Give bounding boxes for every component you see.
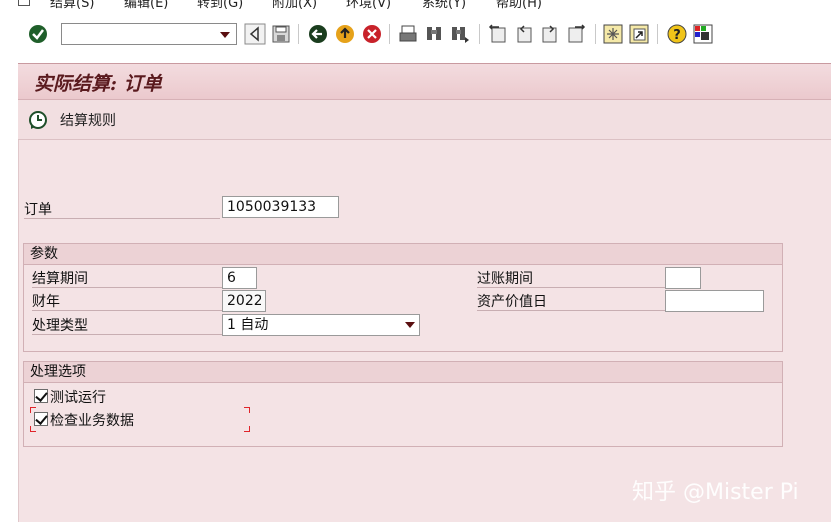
previous-page-icon[interactable]	[513, 23, 535, 45]
asset-value-date-input[interactable]	[665, 290, 764, 312]
print-icon[interactable]	[397, 23, 419, 45]
test-run-label: 测试运行	[50, 390, 106, 406]
menu-edit[interactable]: 编辑(E)	[124, 0, 168, 11]
save-icon[interactable]	[270, 23, 292, 45]
last-page-icon[interactable]	[565, 23, 587, 45]
command-field[interactable]	[61, 23, 237, 45]
settlement-rules-button[interactable]: 结算规则	[28, 108, 116, 132]
toolbar-separator	[657, 24, 658, 44]
fiscal-year-label: 财年	[32, 291, 222, 311]
check-trans-data-checkbox[interactable]	[34, 412, 48, 426]
cancel-icon[interactable]	[361, 23, 383, 45]
settlement-rules-label: 结算规则	[60, 113, 116, 129]
application-toolbar: 结算规则	[18, 100, 831, 140]
focus-frame-corner	[30, 426, 36, 432]
check-icon[interactable]	[28, 24, 48, 44]
back-icon[interactable]	[307, 23, 329, 45]
first-page-icon[interactable]	[487, 23, 509, 45]
find-icon[interactable]	[423, 23, 445, 45]
asset-value-date-label: 资产价值日	[477, 291, 665, 311]
posting-period-input[interactable]	[665, 267, 701, 289]
settlement-period-label: 结算期间	[32, 268, 222, 288]
page-title: 实际结算: 订单	[34, 73, 162, 95]
menu-extras[interactable]: 附加(X)	[272, 0, 317, 11]
next-page-icon[interactable]	[539, 23, 561, 45]
system-toolbar: ?	[0, 16, 831, 52]
processing-type-value: 1 自动	[227, 317, 269, 333]
menu-settlement[interactable]: 结算(S)	[50, 0, 94, 11]
menu-goto[interactable]: 转到(G)	[197, 0, 243, 11]
back-arrow-icon[interactable]	[244, 23, 266, 45]
fiscal-year-input[interactable]	[222, 290, 266, 312]
shortcut-icon[interactable]	[628, 23, 650, 45]
find-next-icon[interactable]	[449, 23, 471, 45]
toolbar-separator	[479, 24, 480, 44]
focus-frame-corner	[244, 426, 250, 432]
posting-period-label: 过账期间	[477, 268, 665, 288]
toolbar-separator	[389, 24, 390, 44]
main-area: 订单 参数 结算期间 财年 处理类型 1 自动 过账期间 资产价值日 处理选项 …	[18, 140, 831, 522]
toolbar-separator	[298, 24, 299, 44]
command-input[interactable]	[62, 24, 212, 44]
svg-text:?: ?	[673, 28, 681, 43]
focus-frame-corner	[244, 407, 250, 413]
processing-type-select[interactable]: 1 自动	[222, 314, 420, 336]
clock-run-icon	[29, 111, 47, 129]
order-input[interactable]	[222, 196, 339, 218]
order-label: 订单	[24, 199, 220, 219]
watermark: 知乎 @Mister Pi	[632, 480, 799, 505]
title-bar: 实际结算: 订单	[18, 63, 831, 100]
menu-window-icon[interactable]	[18, 0, 30, 6]
menu-system[interactable]: 系统(Y)	[422, 0, 466, 11]
toolbar-separator	[595, 24, 596, 44]
command-dropdown-arrow-icon[interactable]	[220, 32, 230, 38]
menu-bar: 结算(S) 编辑(E) 转到(G) 附加(X) 环境(V) 系统(Y) 帮助(H…	[0, 0, 831, 11]
processing-type-label: 处理类型	[32, 315, 222, 335]
parameters-group-header: 参数	[24, 244, 782, 265]
processing-options-header: 处理选项	[24, 362, 782, 383]
new-session-icon[interactable]	[602, 23, 624, 45]
menu-help[interactable]: 帮助(H)	[496, 0, 542, 11]
dropdown-arrow-icon[interactable]	[405, 322, 415, 328]
help-icon[interactable]: ?	[666, 23, 688, 45]
menu-environment[interactable]: 环境(V)	[346, 0, 391, 11]
processing-options-group: 处理选项	[23, 361, 783, 447]
exit-icon[interactable]	[334, 23, 356, 45]
check-trans-data-label: 检查业务数据	[50, 413, 134, 429]
test-run-checkbox[interactable]	[34, 389, 48, 403]
focus-frame-corner	[30, 407, 36, 413]
customize-layout-icon[interactable]	[692, 23, 714, 45]
settlement-period-input[interactable]	[222, 267, 257, 289]
